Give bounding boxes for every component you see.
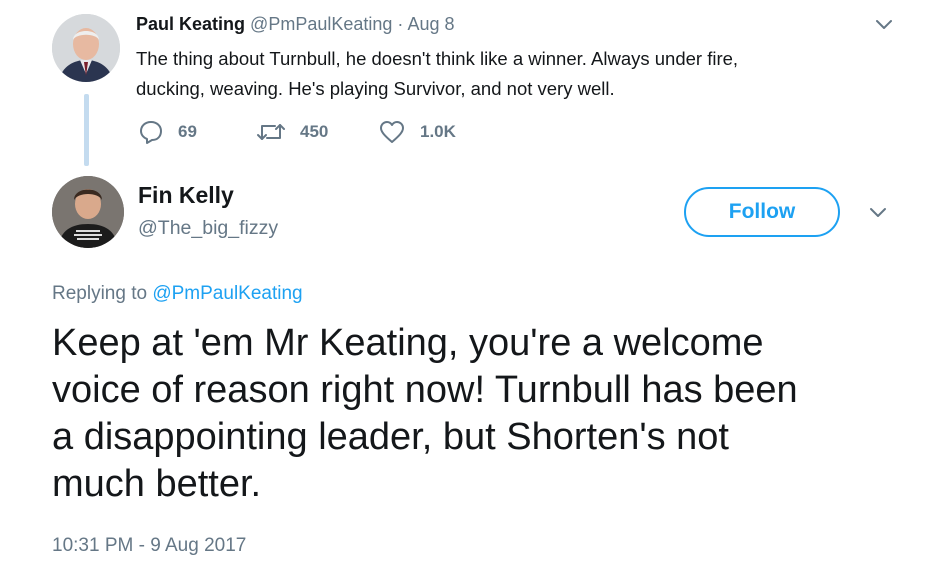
parent-tweet-text-line: ducking, weaving. He's playing Survivor,… [136, 78, 615, 99]
parent-tweet-menu[interactable] [874, 18, 894, 32]
parent-tweet-header: Paul Keating @PmPaulKeating · Aug 8 [136, 12, 454, 36]
reply-tweet-text: Keep at 'em Mr Keating, you're a welcome… [52, 320, 798, 508]
reply-author-handle[interactable]: @The_big_fizzy [138, 215, 278, 241]
replying-to-line: Replying to @PmPaulKeating [52, 281, 303, 307]
paul-keating-avatar-image [52, 14, 120, 82]
like-count: 1.0K [420, 122, 456, 141]
paul-keating-avatar[interactable] [52, 14, 120, 82]
reply-tweet-menu[interactable] [868, 206, 888, 220]
follow-button[interactable]: Follow [684, 187, 840, 237]
replying-to-handle-link[interactable]: @PmPaulKeating [152, 283, 302, 304]
like-action[interactable]: 1.0K [378, 117, 456, 147]
parent-tweet-date[interactable]: Aug 8 [407, 14, 454, 34]
reply-tweet-text-line: voice of reason right now! Turnbull has … [52, 369, 798, 411]
reply-tweet-text-line: much better. [52, 463, 262, 505]
heart-icon [380, 121, 404, 143]
retweet-count: 450 [300, 122, 329, 141]
retweet-action[interactable]: 450 [256, 117, 328, 147]
parent-tweet-text-line: The thing about Turnbull, he doesn't thi… [136, 48, 739, 69]
chevron-down-icon [870, 208, 886, 217]
chevron-down-icon [876, 20, 892, 29]
reply-action[interactable]: 69 [138, 117, 197, 147]
thread-connector-line [84, 94, 89, 166]
fin-kelly-avatar-image [52, 176, 124, 248]
retweet-arrows-icon [257, 124, 285, 140]
fin-kelly-avatar[interactable] [52, 176, 124, 248]
parent-tweet-text: The thing about Turnbull, he doesn't thi… [136, 44, 738, 104]
reply-tweet-text-line: Keep at 'em Mr Keating, you're a welcome [52, 322, 764, 364]
reply-count: 69 [178, 122, 197, 141]
reply-timestamp[interactable]: 10:31 PM - 9 Aug 2017 [52, 533, 246, 559]
reply-tweet-text-line: a disappointing leader, but Shorten's no… [52, 416, 729, 458]
parent-author-handle[interactable]: @PmPaulKeating [250, 14, 392, 34]
parent-author-name[interactable]: Paul Keating [136, 14, 245, 34]
replying-to-label: Replying to [52, 283, 148, 304]
header-separator: · [397, 14, 404, 34]
reply-author-name[interactable]: Fin Kelly [138, 180, 234, 210]
speech-bubble-icon [140, 121, 162, 144]
